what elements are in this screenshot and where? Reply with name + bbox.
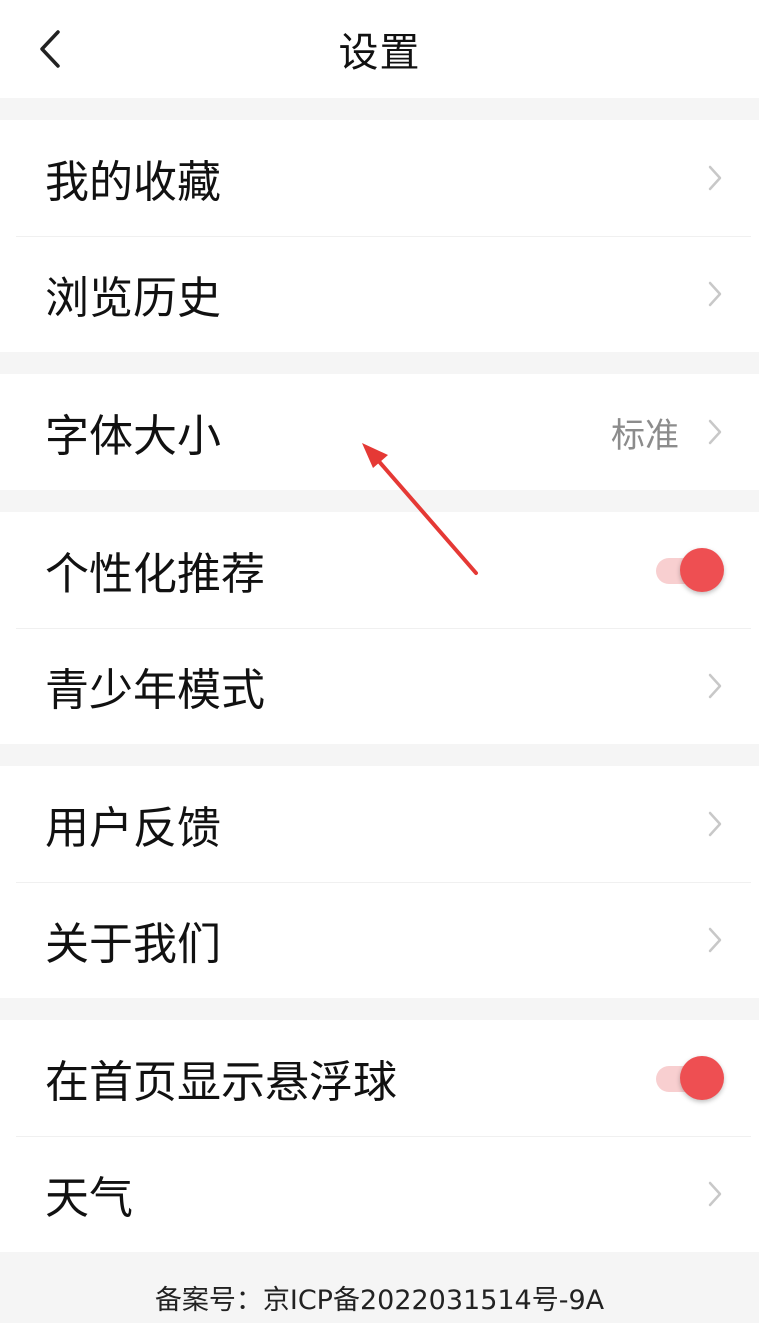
setting-font-size[interactable]: 字体大小 标准 (0, 374, 759, 490)
top-bar: 设置 (0, 0, 759, 98)
chevron-left-icon (40, 30, 60, 68)
chevron-right-icon (707, 810, 723, 838)
chevron-right-icon (707, 164, 723, 192)
setting-label: 天气 (45, 1173, 133, 1224)
settings-group-3: 个性化推荐 青少年模式 (0, 512, 759, 744)
settings-group-5: 在首页显示悬浮球 天气 (0, 1020, 759, 1252)
personalized-recommendation-toggle[interactable] (656, 548, 724, 592)
icp-footer: 备案号：京ICP备2022031514号-9A (0, 1278, 759, 1323)
setting-label: 在首页显示悬浮球 (45, 1057, 397, 1108)
setting-user-feedback[interactable]: 用户反馈 (0, 766, 759, 882)
page-title: 设置 (338, 30, 421, 76)
setting-label: 我的收藏 (45, 157, 221, 208)
font-size-value: 标准 (611, 415, 679, 456)
setting-personalized-recommendation: 个性化推荐 (0, 512, 759, 628)
floating-ball-toggle[interactable] (656, 1056, 724, 1100)
setting-my-favorites[interactable]: 我的收藏 (0, 120, 759, 236)
chevron-right-icon (707, 280, 723, 308)
setting-label: 个性化推荐 (45, 549, 265, 600)
setting-label: 青少年模式 (45, 665, 265, 716)
chevron-right-icon (707, 672, 723, 700)
setting-floating-ball: 在首页显示悬浮球 (0, 1020, 759, 1136)
setting-label: 浏览历史 (45, 273, 221, 324)
chevron-right-icon (707, 926, 723, 954)
settings-group-4: 用户反馈 关于我们 (0, 766, 759, 998)
settings-group-1: 我的收藏 浏览历史 (0, 120, 759, 352)
toggle-knob (680, 1056, 724, 1100)
setting-label: 用户反馈 (45, 803, 221, 854)
setting-browse-history[interactable]: 浏览历史 (0, 236, 759, 352)
setting-teen-mode[interactable]: 青少年模式 (0, 628, 759, 744)
setting-label: 关于我们 (45, 919, 221, 970)
setting-weather[interactable]: 天气 (0, 1136, 759, 1252)
setting-label: 字体大小 (45, 411, 221, 462)
settings-group-2: 字体大小 标准 (0, 374, 759, 490)
chevron-right-icon (707, 1180, 723, 1208)
setting-about-us[interactable]: 关于我们 (0, 882, 759, 998)
back-button[interactable] (30, 24, 70, 74)
chevron-right-icon (707, 418, 723, 446)
toggle-knob (680, 548, 724, 592)
